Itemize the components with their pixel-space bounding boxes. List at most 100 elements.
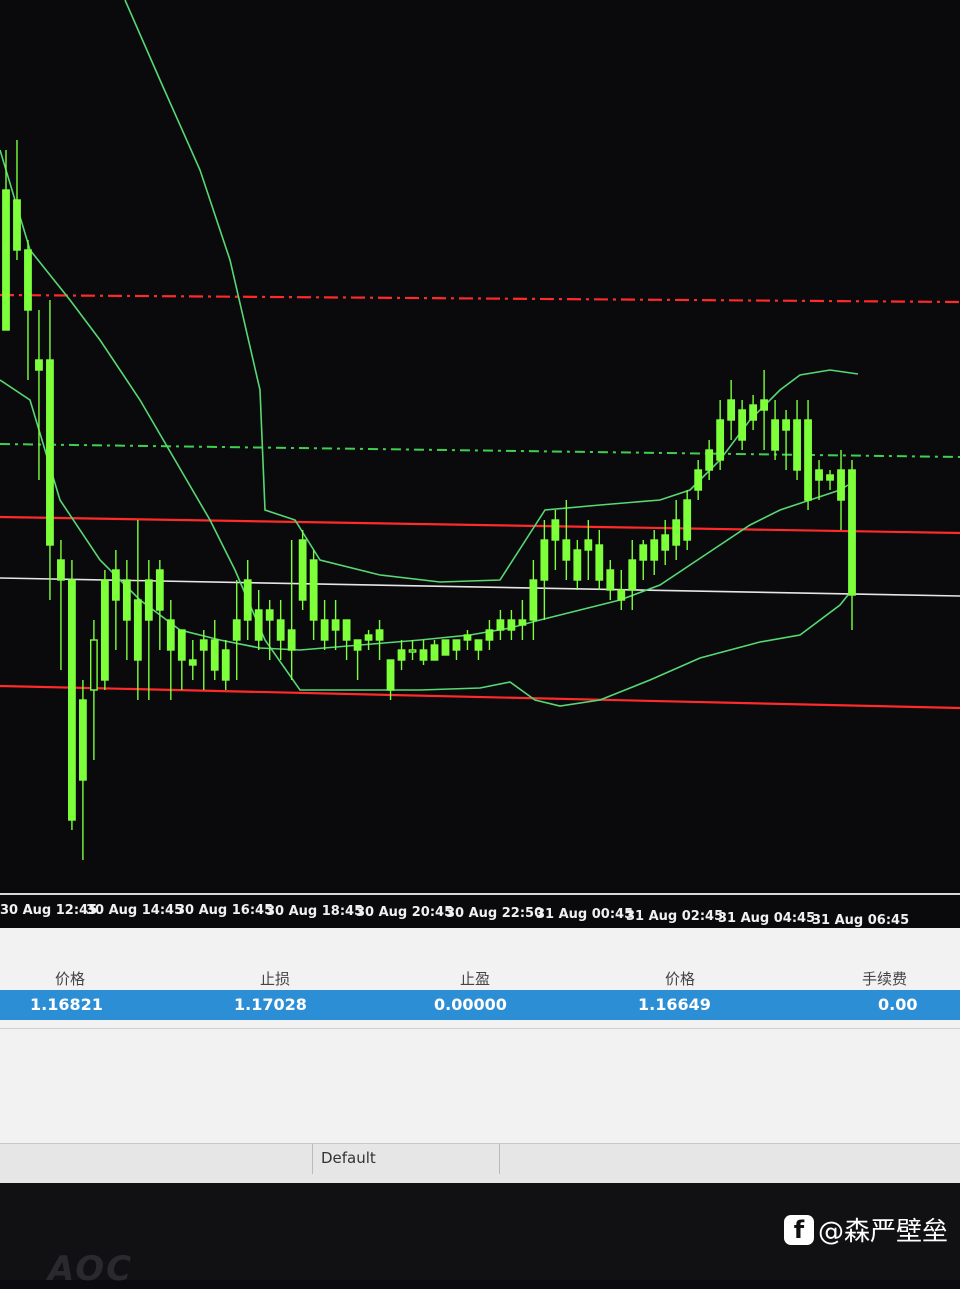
candle (199, 630, 208, 690)
time-tick-label: 30 Aug 16:45 (176, 903, 274, 918)
candle (232, 580, 241, 680)
candle-body (584, 539, 593, 551)
level-line-red-dashdot (0, 293, 960, 304)
candle-body (46, 359, 54, 546)
candle (749, 395, 758, 430)
candle (408, 640, 417, 660)
time-tick-label: 31 Aug 06:45 (812, 913, 910, 928)
candle-body (155, 569, 164, 611)
price-chart[interactable] (0, 0, 960, 900)
tab-default[interactable]: Default (312, 1144, 500, 1174)
candle-body (364, 634, 373, 641)
candle (551, 510, 560, 570)
candle-body (298, 539, 307, 601)
order-row[interactable]: 1.16821 1.17028 0.00000 1.16649 0.00 (0, 990, 960, 1020)
candle (364, 630, 373, 650)
candle-body (221, 649, 230, 681)
candle-body (727, 399, 736, 421)
candle-body (782, 419, 790, 431)
candle (441, 639, 450, 656)
candle (309, 550, 318, 640)
candle (595, 530, 604, 590)
candle (243, 560, 252, 640)
candle-body (749, 404, 758, 421)
time-tick-label: 30 Aug 20:45 (356, 905, 454, 920)
candle-body (562, 539, 571, 561)
candle-body (595, 544, 604, 581)
candle (320, 600, 329, 650)
candle-body (24, 249, 32, 311)
time-tick-label: 30 Aug 18:45 (266, 904, 364, 919)
candle-body (793, 419, 801, 471)
row-divider (0, 1028, 960, 1029)
cell-current-price: 1.16649 (638, 995, 711, 1014)
candle-body (408, 649, 417, 653)
candle-body (419, 649, 428, 661)
candle (639, 540, 648, 580)
cell-take-profit: 0.00000 (434, 995, 507, 1014)
candle-body (199, 639, 208, 651)
candle-body (309, 559, 318, 621)
tab-default-label: Default (321, 1149, 376, 1167)
candle-body (2, 189, 10, 331)
candle-body (430, 644, 439, 661)
candle (617, 570, 626, 610)
monitor-brand-logo: AOC (48, 1249, 134, 1289)
time-tick-label: 31 Aug 02:45 (626, 909, 724, 924)
candle-body (100, 579, 109, 681)
time-tick-label: 31 Aug 00:45 (536, 907, 634, 922)
candle-body (760, 399, 769, 411)
candle-body (529, 579, 538, 621)
candle (529, 560, 538, 640)
candle-body (738, 409, 747, 441)
candle (672, 500, 681, 560)
candlestick-plot[interactable] (0, 0, 960, 900)
candle (419, 640, 428, 665)
candle (210, 620, 219, 680)
candle-body (551, 519, 560, 541)
candle (650, 530, 659, 575)
candle-body (375, 629, 384, 641)
candle-body (771, 419, 779, 451)
header-open-price: 价格 (55, 970, 86, 988)
candle-body (353, 639, 362, 651)
cell-commission: 0.00 (878, 995, 918, 1014)
candle-body (716, 419, 725, 461)
candle (793, 400, 801, 480)
candle-body (265, 609, 274, 621)
candle-body (166, 619, 175, 651)
candle (782, 410, 790, 470)
candle (100, 570, 109, 690)
candle (628, 540, 637, 610)
candle (46, 300, 54, 600)
candle-body (628, 559, 637, 591)
candle-body (111, 569, 120, 601)
candle (661, 520, 670, 565)
candle-body (617, 589, 626, 601)
candle-body (496, 619, 505, 631)
candle-body (639, 544, 648, 561)
candle-body (133, 599, 142, 661)
candle-body (243, 579, 252, 621)
candle (221, 640, 230, 690)
candle (694, 460, 703, 500)
candle-body (79, 699, 87, 781)
time-tick-label: 30 Aug 14:45 (86, 903, 184, 918)
social-app-icon: f (783, 1214, 814, 1245)
candle-body (342, 619, 351, 641)
candle (254, 590, 263, 650)
time-tick-label: 31 Aug 04:45 (718, 911, 816, 926)
candle-body (397, 649, 406, 661)
candle (804, 400, 812, 510)
candle-body (672, 519, 681, 546)
candle-body (122, 579, 131, 621)
candle (518, 600, 527, 640)
candle-body (35, 359, 43, 371)
candle (562, 500, 571, 580)
candle-body (474, 639, 483, 651)
candle-body (331, 619, 340, 631)
candle-body (188, 659, 197, 666)
candle-body (463, 634, 472, 641)
candle-body (441, 639, 450, 656)
candle (331, 600, 340, 650)
